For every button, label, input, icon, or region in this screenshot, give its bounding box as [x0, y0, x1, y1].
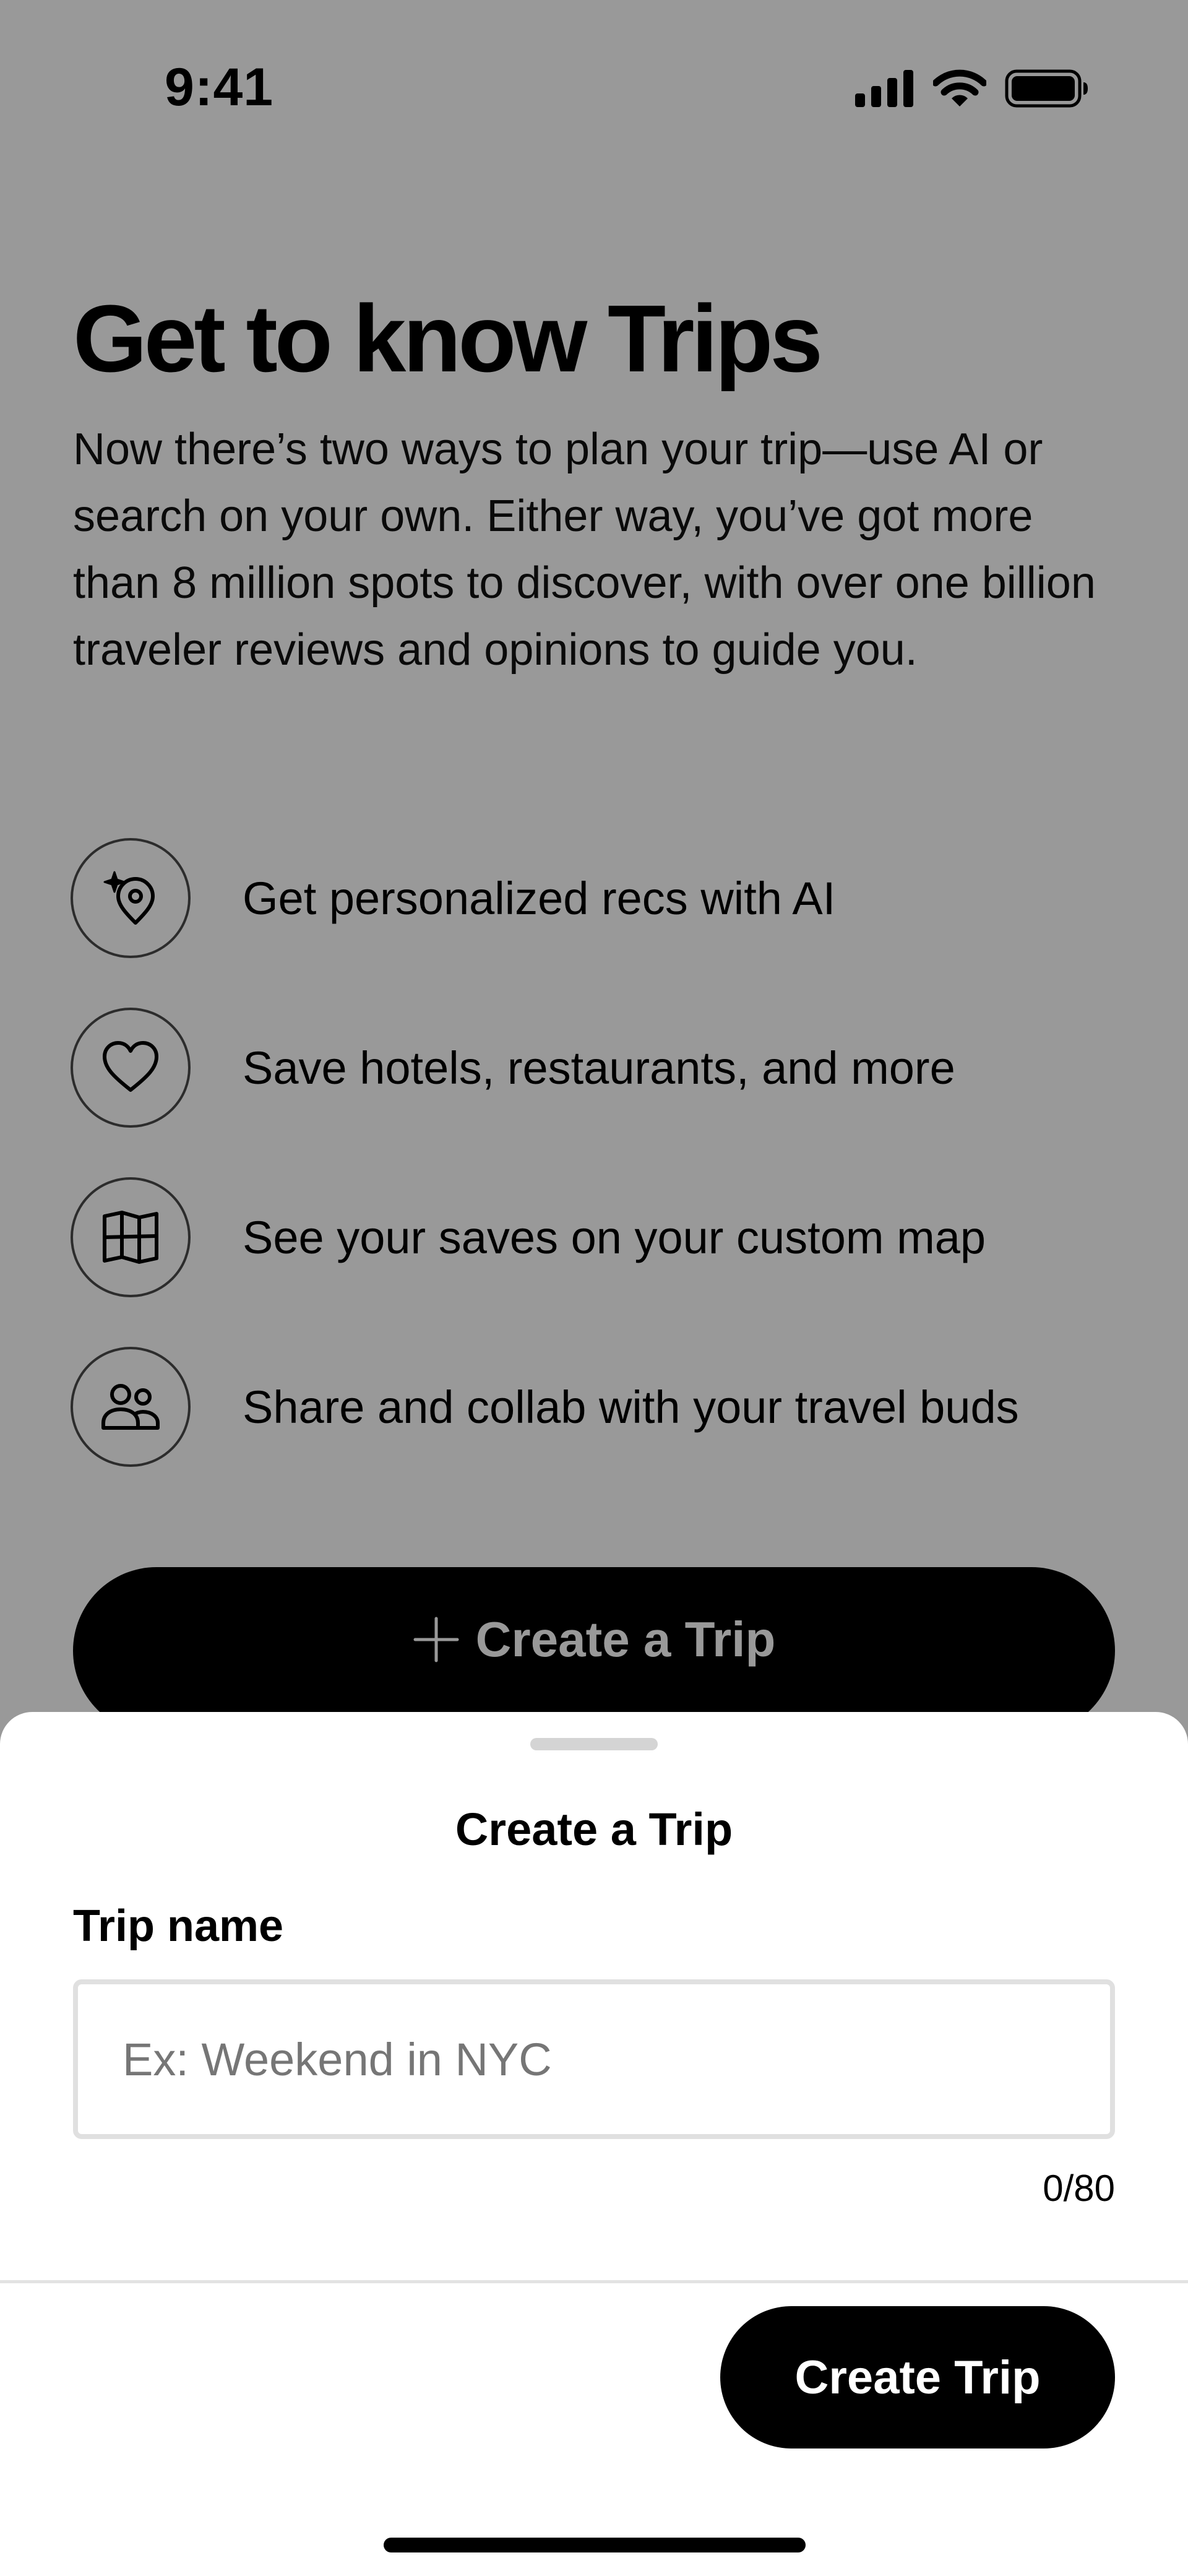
trip-name-input[interactable] — [73, 1979, 1115, 2139]
create-trip-sheet: Create a Trip Trip name 0/80 Create Trip — [0, 1712, 1188, 2576]
trip-name-label: Trip name — [73, 1901, 284, 1951]
character-counter: 0/80 — [1043, 2168, 1115, 2209]
home-indicator — [384, 2538, 806, 2552]
sheet-title: Create a Trip — [455, 1804, 733, 1855]
sheet-divider — [0, 2280, 1188, 2283]
modal-scrim[interactable] — [0, 0, 1188, 1795]
sheet-drag-handle[interactable] — [530, 1738, 658, 1750]
create-trip-submit-button[interactable]: Create Trip — [720, 2306, 1115, 2448]
screen: 9:41 Get to know Trips Now there’s two w… — [0, 0, 1188, 2576]
